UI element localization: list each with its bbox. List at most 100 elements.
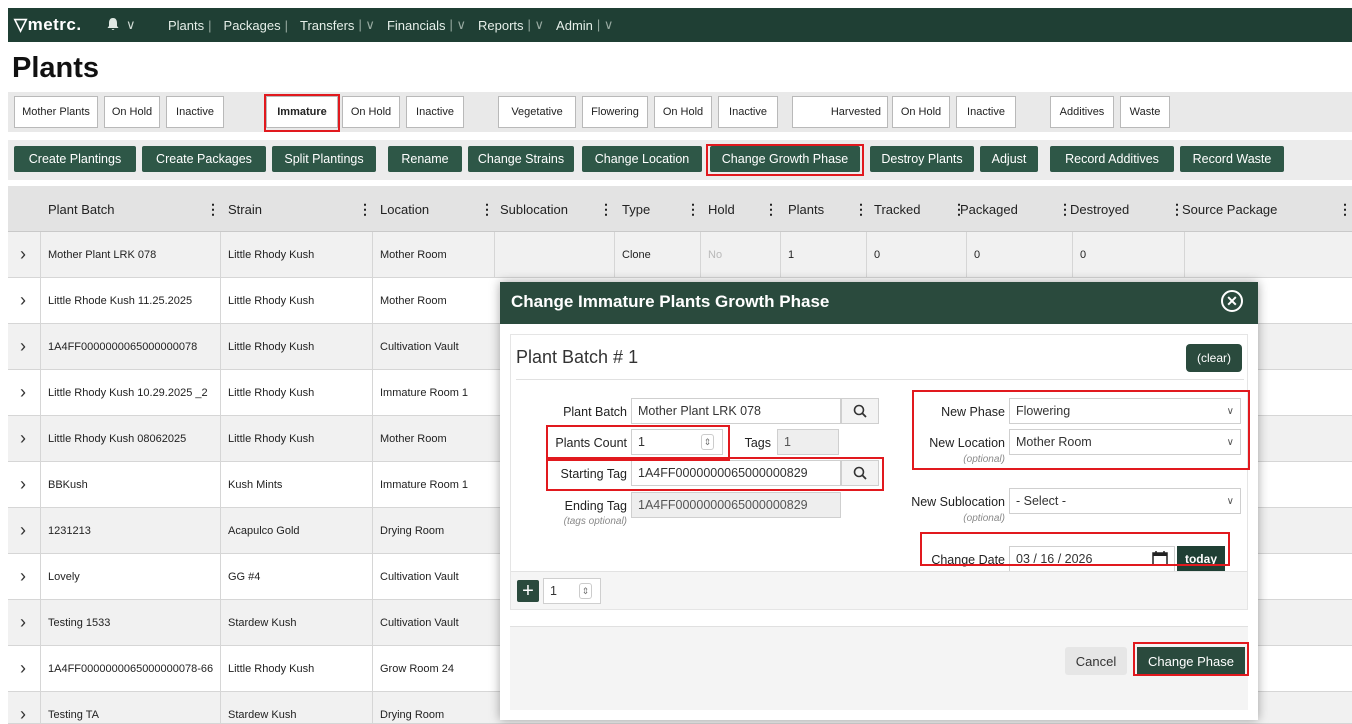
column-menu-icon[interactable]: ⋮ [1338,186,1352,232]
column-menu-icon[interactable]: ⋮ [686,186,700,232]
chevron-down-icon: ∨ [1226,437,1234,448]
column-menu-icon[interactable]: ⋮ [358,186,372,232]
add-count-input[interactable]: 1 ⇕ [543,578,601,604]
cell-strain: Little Rhody Kush [228,662,315,675]
expand-row-icon[interactable]: › [20,705,30,723]
expand-row-icon[interactable]: › [20,659,30,677]
column-menu-icon[interactable]: ⋮ [206,186,220,232]
expand-row-icon[interactable]: › [20,245,30,263]
nav-separator: | ∨ [596,17,614,32]
column-header-tracked[interactable]: Tracked [874,186,920,232]
optional-hint: (optional) [963,454,1005,465]
create-plantings-button[interactable]: Create Plantings [14,146,136,172]
change-phase-button[interactable]: Change Phase [1137,647,1245,675]
change-date-label: Change Date [931,553,1005,567]
expand-row-icon[interactable]: › [20,291,30,309]
calendar-icon[interactable] [1152,551,1168,569]
tab-additives[interactable]: Additives [1050,96,1114,128]
change-date-input[interactable]: 03 / 16 / 2026 [1009,546,1175,572]
bell-icon [106,17,120,34]
expand-row-icon[interactable]: › [20,429,30,447]
column-menu-icon[interactable]: ⋮ [854,186,868,232]
search-icon[interactable] [841,398,879,424]
column-header-sublocation[interactable]: Sublocation [500,186,568,232]
rename-button[interactable]: Rename [388,146,462,172]
column-header-plant-batch[interactable]: Plant Batch [48,186,115,232]
tab-harvested-inactive[interactable]: Inactive [956,96,1016,128]
cell-hold: No [708,248,723,261]
column-header-strain[interactable]: Strain [228,186,262,232]
tab-mother-plants[interactable]: Mother Plants [14,96,98,128]
cell-location: Drying Room [380,708,445,721]
expand-row-icon[interactable]: › [20,383,30,401]
action-toolbar: Create Plantings Create Packages Split P… [8,140,1352,180]
nav-packages[interactable]: Packages | [218,18,294,33]
tab-harvested[interactable]: Harvested [792,96,888,128]
nav-reports-label: Reports [478,17,524,33]
cancel-button[interactable]: Cancel [1065,647,1127,675]
table-row[interactable]: › Mother Plant LRK 078 Little Rhody Kush… [8,232,1352,278]
plants-count-input[interactable]: 1 ⇕ [631,429,723,455]
tab-flowering-inactive[interactable]: Inactive [718,96,778,128]
cell-location: Grow Room 24 [380,662,454,675]
column-header-packaged[interactable]: Packaged [960,186,1018,232]
tab-waste[interactable]: Waste [1120,96,1170,128]
change-strains-button[interactable]: Change Strains [468,146,574,172]
column-menu-icon[interactable]: ⋮ [599,186,613,232]
nav-financials[interactable]: Financials | ∨ [381,17,472,33]
expand-row-icon[interactable]: › [20,521,30,539]
tab-vegetative[interactable]: Vegetative [498,96,576,128]
tab-flowering[interactable]: Flowering [582,96,648,128]
create-packages-button[interactable]: Create Packages [142,146,266,172]
new-phase-select[interactable]: Flowering ∨ [1009,398,1241,424]
new-sublocation-select[interactable]: - Select - ∨ [1009,488,1241,514]
column-header-location[interactable]: Location [380,186,429,232]
plant-batch-input[interactable]: Mother Plant LRK 078 [631,398,841,424]
spinner-icon[interactable]: ⇕ [701,434,714,450]
cell-strain: GG #4 [228,570,261,583]
nav-plants[interactable]: Plants | [162,18,218,33]
metrc-logo[interactable]: ▽metrc. [8,15,106,35]
tab-mother-inactive[interactable]: Inactive [166,96,224,128]
optional-hint: (optional) [963,513,1005,524]
column-header-plants[interactable]: Plants [788,186,824,232]
nav-reports[interactable]: Reports | ∨ [472,17,550,33]
tab-immature-on-hold[interactable]: On Hold [342,96,400,128]
expand-row-icon[interactable]: › [20,337,30,355]
column-header-hold[interactable]: Hold [708,186,735,232]
tab-immature-inactive[interactable]: Inactive [406,96,464,128]
tab-immature[interactable]: Immature [266,96,338,128]
change-location-button[interactable]: Change Location [582,146,702,172]
spinner-icon[interactable]: ⇕ [579,583,592,599]
column-header-source-package[interactable]: Source Package [1182,186,1277,232]
split-plantings-button[interactable]: Split Plantings [272,146,376,172]
expand-row-icon[interactable]: › [20,475,30,493]
notifications-menu[interactable]: ∨ [106,17,162,34]
cell-plants: 1 [788,248,795,261]
column-menu-icon[interactable]: ⋮ [764,186,778,232]
column-header-type[interactable]: Type [622,186,650,232]
nav-transfers[interactable]: Transfers | ∨ [294,17,381,33]
page-title: Plants [12,52,100,84]
tab-harvested-on-hold[interactable]: On Hold [892,96,950,128]
change-growth-phase-button[interactable]: Change Growth Phase [710,146,860,172]
starting-tag-input[interactable]: 1A4FF0000000065000000829 [631,460,841,486]
expand-row-icon[interactable]: › [20,567,30,585]
adjust-button[interactable]: Adjust [980,146,1038,172]
expand-row-icon[interactable]: › [20,613,30,631]
clear-button[interactable]: (clear) [1186,344,1242,372]
destroy-plants-button[interactable]: Destroy Plants [870,146,974,172]
nav-admin[interactable]: Admin | ∨ [550,17,619,33]
plants-count-value: 1 [638,435,645,449]
new-location-select[interactable]: Mother Room ∨ [1009,429,1241,455]
plus-icon[interactable]: + [517,580,539,602]
record-waste-button[interactable]: Record Waste [1180,146,1284,172]
search-icon[interactable] [841,460,879,486]
today-button[interactable]: today [1177,546,1225,572]
record-additives-button[interactable]: Record Additives [1050,146,1174,172]
tab-mother-on-hold[interactable]: On Hold [104,96,160,128]
tab-flowering-on-hold[interactable]: On Hold [654,96,712,128]
column-header-destroyed[interactable]: Destroyed [1070,186,1129,232]
column-menu-icon[interactable]: ⋮ [480,186,494,232]
close-icon[interactable]: ✕ [1221,290,1243,312]
